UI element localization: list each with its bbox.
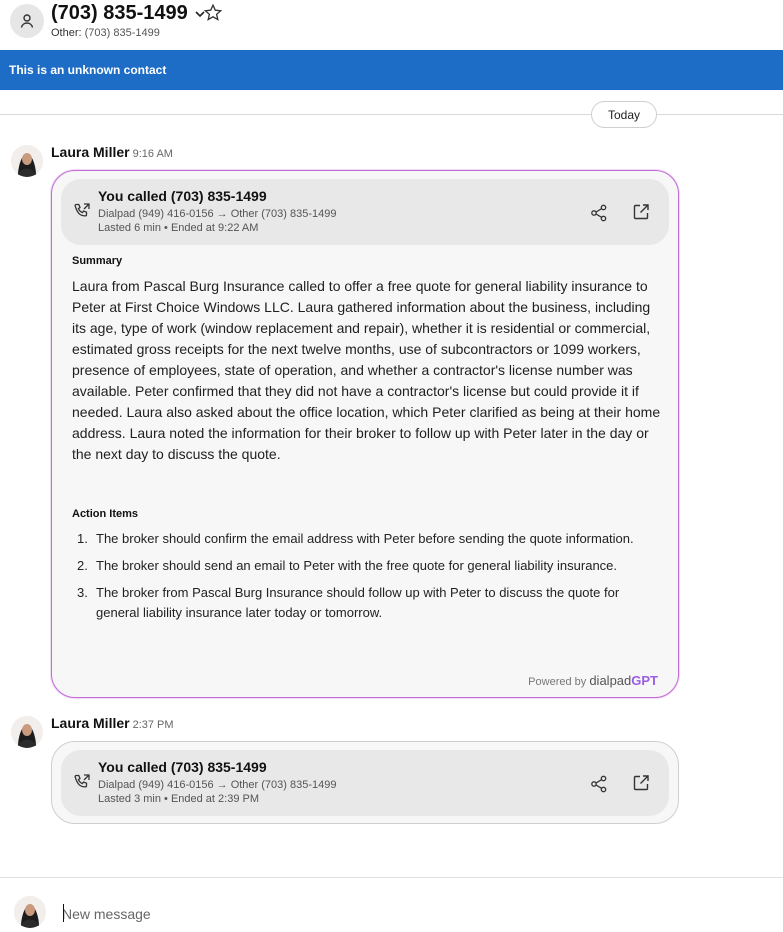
avatar[interactable] bbox=[11, 716, 43, 748]
call-card: You called (703) 835-1499 Dialpad (949) … bbox=[51, 741, 679, 824]
list-item: 2. The broker should send an email to Pet… bbox=[72, 556, 662, 576]
call-duration: Lasted 3 min • Ended at 2:39 PM bbox=[98, 793, 260, 805]
message-time: 9:16 AM bbox=[132, 148, 173, 160]
brand-gpt: GPT bbox=[631, 673, 658, 688]
call-duration: Lasted 6 min • Ended at 9:22 AM bbox=[98, 222, 259, 234]
call-route: Dialpad (949) 416-0156 → Other (703) 835… bbox=[98, 208, 337, 220]
action-item-number: 1. bbox=[77, 531, 88, 546]
powered-by-footer: Powered by dialpadGPT bbox=[528, 673, 658, 688]
list-item: 1. The broker should confirm the email ad… bbox=[72, 529, 662, 549]
contact-sub-number: (703) 835-1499 bbox=[84, 27, 160, 39]
call-route: Dialpad (949) 416-0156 → Other (703) 835… bbox=[98, 779, 337, 791]
summary-heading: Summary bbox=[72, 255, 123, 267]
action-items-list: 1. The broker should confirm the email ad… bbox=[72, 529, 662, 630]
unknown-contact-banner: This is an unknown contact bbox=[0, 50, 783, 90]
text-caret bbox=[63, 904, 64, 922]
call-title: You called (703) 835-1499 bbox=[98, 759, 267, 775]
date-divider-line bbox=[0, 114, 783, 115]
contact-name-button[interactable]: (703) 835-1499 bbox=[51, 2, 208, 25]
avatar bbox=[14, 896, 46, 928]
contact-sub-label: Other: bbox=[51, 27, 82, 39]
action-item-text: The broker should send an email to Peter… bbox=[96, 558, 618, 573]
brand-main: dialpad bbox=[589, 673, 632, 688]
contact-subtitle: Other: (703) 835-1499 bbox=[51, 27, 160, 39]
summary-text: Laura from Pascal Burg Insurance called … bbox=[72, 278, 661, 462]
call-record[interactable]: You called (703) 835-1499 Dialpad (949) … bbox=[61, 179, 669, 245]
banner-text: This is an unknown contact bbox=[9, 63, 167, 77]
phone-outgoing-icon bbox=[73, 773, 91, 791]
message-sender: Laura Miller 2:37 PM bbox=[51, 715, 174, 731]
call-title: You called (703) 835-1499 bbox=[98, 188, 267, 204]
sender-name: Laura Miller bbox=[51, 144, 130, 160]
action-item-number: 2. bbox=[77, 558, 88, 573]
star-icon[interactable] bbox=[203, 3, 223, 23]
call-record[interactable]: You called (703) 835-1499 Dialpad (949) … bbox=[61, 750, 669, 816]
conversation-header: (703) 835-1499 Other: (703) 835-1499 bbox=[0, 0, 783, 50]
sender-name: Laura Miller bbox=[51, 715, 130, 731]
person-icon[interactable] bbox=[10, 4, 44, 38]
list-item: 3. The broker from Pascal Burg Insurance … bbox=[72, 583, 662, 623]
date-label: Today bbox=[607, 107, 641, 122]
dialpad-gpt-logo: dialpadGPT bbox=[589, 673, 658, 688]
message-sender: Laura Miller 9:16 AM bbox=[51, 144, 173, 160]
share-icon[interactable] bbox=[589, 203, 609, 223]
date-divider-label: Today bbox=[591, 101, 657, 128]
action-item-text: The broker from Pascal Burg Insurance sh… bbox=[96, 585, 620, 620]
call-summary-card: You called (703) 835-1499 Dialpad (949) … bbox=[51, 170, 679, 698]
share-icon[interactable] bbox=[589, 774, 609, 794]
composer-divider bbox=[0, 877, 783, 878]
action-items-heading: Action Items bbox=[72, 508, 139, 520]
action-item-text: The broker should confirm the email addr… bbox=[96, 531, 634, 546]
avatar[interactable] bbox=[11, 145, 43, 177]
action-item-number: 3. bbox=[77, 585, 88, 600]
message-input[interactable] bbox=[62, 903, 762, 925]
powered-by-label: Powered by bbox=[528, 676, 587, 688]
external-link-icon[interactable] bbox=[631, 202, 651, 222]
contact-name: (703) 835-1499 bbox=[51, 2, 188, 24]
external-link-icon[interactable] bbox=[631, 773, 651, 793]
phone-outgoing-icon bbox=[73, 202, 91, 220]
message-time: 2:37 PM bbox=[132, 719, 174, 731]
